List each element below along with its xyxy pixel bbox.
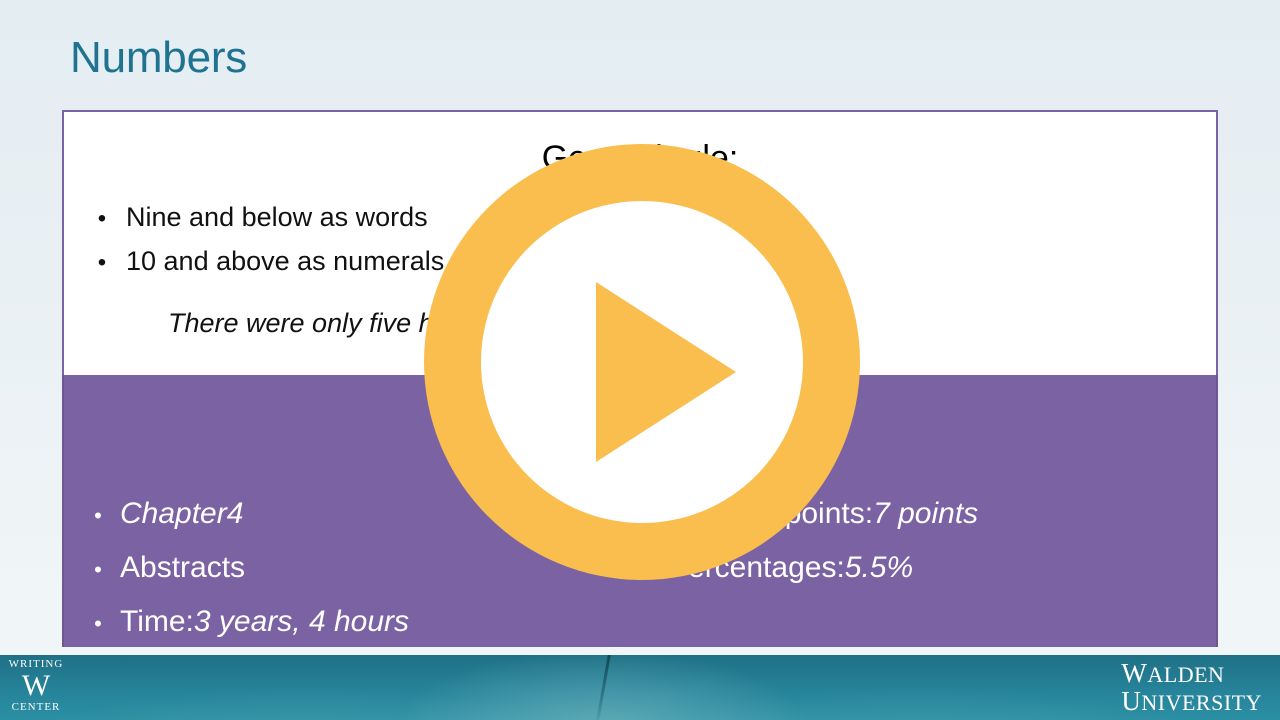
- walden-logo-line-1: WALDEN: [1121, 658, 1262, 688]
- writing-center-logo-bottom: CENTER: [11, 701, 61, 713]
- writing-center-logo-top: WRITING: [8, 658, 64, 670]
- list-item-label: Abstracts: [120, 551, 246, 584]
- page-title: Numbers: [70, 33, 248, 82]
- footer-band: [0, 655, 1280, 720]
- play-triangle-icon: [596, 282, 736, 462]
- bullet-dot-icon: •: [97, 248, 107, 276]
- bullet-dot-icon: •: [94, 611, 102, 636]
- list-item: • Time: 3 years, 4 hours: [76, 595, 409, 649]
- list-item-value: 3 years, 4 hours: [193, 605, 410, 638]
- walden-logo-line-2-cap: U: [1121, 685, 1142, 716]
- walden-logo-line-1-rest: ALDEN: [1147, 662, 1225, 687]
- list-item-label: Nine and below as words: [126, 202, 428, 232]
- walden-university-logo: WALDEN UNIVERSITY: [1121, 658, 1262, 716]
- walden-logo-line-2: UNIVERSITY: [1121, 685, 1262, 716]
- list-item-value: 4: [226, 497, 244, 530]
- list-item: • Chapter 4: [76, 487, 409, 541]
- bullet-dot-icon: •: [94, 503, 102, 528]
- list-item-value: 7 points: [873, 497, 979, 530]
- list-item-label: Time:: [120, 605, 194, 638]
- list-item-label: Chapter: [120, 497, 227, 530]
- play-button[interactable]: [424, 144, 860, 580]
- writing-center-logo: WRITING W CENTER: [8, 655, 64, 717]
- presentation-slide: Numbers General rule: • Nine and below a…: [0, 0, 1280, 720]
- open-book-image: [0, 655, 1280, 720]
- walden-logo-line-1-cap: W: [1121, 658, 1148, 688]
- walden-logo-line-2-rest: NIVERSITY: [1141, 689, 1262, 715]
- bullet-dot-icon: •: [97, 205, 107, 232]
- list-item: • Abstracts: [76, 541, 409, 595]
- purple-left-list: • Chapter 4 • Abstracts • Time: 3 years,…: [76, 487, 409, 649]
- writing-center-monogram: W: [21, 669, 51, 702]
- list-item-label: 10 and above as numerals: [126, 245, 445, 276]
- bullet-dot-icon: •: [94, 557, 102, 582]
